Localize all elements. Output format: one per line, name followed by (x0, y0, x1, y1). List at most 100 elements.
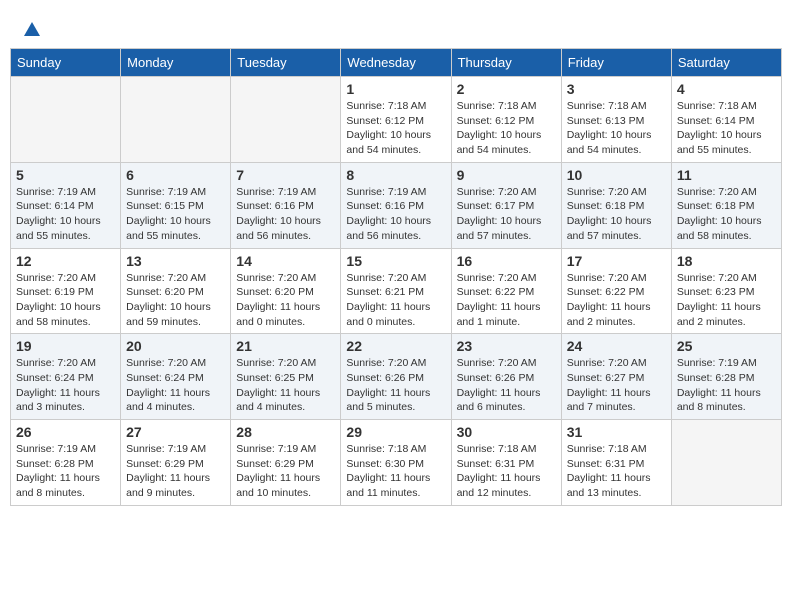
day-number: 9 (457, 167, 556, 183)
calendar-cell: 18 Sunrise: 7:20 AM Sunset: 6:23 PM Dayli… (671, 248, 781, 334)
calendar-cell (11, 77, 121, 163)
calendar-cell (231, 77, 341, 163)
day-info: Sunrise: 7:20 AM Sunset: 6:24 PM Dayligh… (16, 356, 115, 415)
day-number: 28 (236, 424, 335, 440)
day-info: Sunrise: 7:19 AM Sunset: 6:16 PM Dayligh… (346, 185, 445, 244)
calendar-cell: 29 Sunrise: 7:18 AM Sunset: 6:30 PM Dayli… (341, 420, 451, 506)
day-number: 7 (236, 167, 335, 183)
calendar-cell: 28 Sunrise: 7:19 AM Sunset: 6:29 PM Dayli… (231, 420, 341, 506)
weekday-header-saturday: Saturday (671, 49, 781, 77)
logo-icon (22, 20, 42, 38)
calendar-cell (671, 420, 781, 506)
day-info: Sunrise: 7:20 AM Sunset: 6:18 PM Dayligh… (677, 185, 776, 244)
day-info: Sunrise: 7:19 AM Sunset: 6:16 PM Dayligh… (236, 185, 335, 244)
day-info: Sunrise: 7:18 AM Sunset: 6:31 PM Dayligh… (457, 442, 556, 501)
calendar-cell: 21 Sunrise: 7:20 AM Sunset: 6:25 PM Dayli… (231, 334, 341, 420)
calendar-cell: 20 Sunrise: 7:20 AM Sunset: 6:24 PM Dayli… (121, 334, 231, 420)
calendar-cell: 23 Sunrise: 7:20 AM Sunset: 6:26 PM Dayli… (451, 334, 561, 420)
day-number: 27 (126, 424, 225, 440)
day-info: Sunrise: 7:19 AM Sunset: 6:29 PM Dayligh… (236, 442, 335, 501)
calendar-cell: 12 Sunrise: 7:20 AM Sunset: 6:19 PM Dayli… (11, 248, 121, 334)
day-number: 11 (677, 167, 776, 183)
day-info: Sunrise: 7:18 AM Sunset: 6:30 PM Dayligh… (346, 442, 445, 501)
day-info: Sunrise: 7:18 AM Sunset: 6:13 PM Dayligh… (567, 99, 666, 158)
day-number: 25 (677, 338, 776, 354)
logo (20, 20, 42, 38)
calendar-cell: 14 Sunrise: 7:20 AM Sunset: 6:20 PM Dayli… (231, 248, 341, 334)
day-number: 15 (346, 253, 445, 269)
calendar-cell: 3Sunrise: 7:18 AM Sunset: 6:13 PM Daylig… (561, 77, 671, 163)
day-number: 10 (567, 167, 666, 183)
week-row-1: 1 Sunrise: 7:18 AM Sunset: 6:12 PM Daylig… (11, 77, 782, 163)
weekday-header-sunday: Sunday (11, 49, 121, 77)
calendar-cell: 19Sunrise: 7:20 AM Sunset: 6:24 PM Dayli… (11, 334, 121, 420)
calendar-cell: 16 Sunrise: 7:20 AM Sunset: 6:22 PM Dayli… (451, 248, 561, 334)
day-number: 23 (457, 338, 556, 354)
day-number: 4 (677, 81, 776, 97)
weekday-header-row: SundayMondayTuesdayWednesdayThursdayFrid… (11, 49, 782, 77)
day-info: Sunrise: 7:20 AM Sunset: 6:17 PM Dayligh… (457, 185, 556, 244)
day-info: Sunrise: 7:20 AM Sunset: 6:26 PM Dayligh… (457, 356, 556, 415)
week-row-5: 26Sunrise: 7:19 AM Sunset: 6:28 PM Dayli… (11, 420, 782, 506)
week-row-4: 19Sunrise: 7:20 AM Sunset: 6:24 PM Dayli… (11, 334, 782, 420)
day-number: 18 (677, 253, 776, 269)
day-info: Sunrise: 7:20 AM Sunset: 6:22 PM Dayligh… (457, 271, 556, 330)
day-info: Sunrise: 7:20 AM Sunset: 6:19 PM Dayligh… (16, 271, 115, 330)
calendar-cell: 9 Sunrise: 7:20 AM Sunset: 6:17 PM Daylig… (451, 162, 561, 248)
weekday-header-monday: Monday (121, 49, 231, 77)
calendar-cell: 22Sunrise: 7:20 AM Sunset: 6:26 PM Dayli… (341, 334, 451, 420)
day-number: 16 (457, 253, 556, 269)
calendar-cell: 8 Sunrise: 7:19 AM Sunset: 6:16 PM Daylig… (341, 162, 451, 248)
week-row-2: 5Sunrise: 7:19 AM Sunset: 6:14 PM Daylig… (11, 162, 782, 248)
calendar-cell: 15Sunrise: 7:20 AM Sunset: 6:21 PM Dayli… (341, 248, 451, 334)
day-number: 31 (567, 424, 666, 440)
day-number: 12 (16, 253, 115, 269)
calendar-cell: 24 Sunrise: 7:20 AM Sunset: 6:27 PM Dayli… (561, 334, 671, 420)
day-info: Sunrise: 7:19 AM Sunset: 6:14 PM Dayligh… (16, 185, 115, 244)
weekday-header-wednesday: Wednesday (341, 49, 451, 77)
day-number: 17 (567, 253, 666, 269)
calendar-cell: 1 Sunrise: 7:18 AM Sunset: 6:12 PM Daylig… (341, 77, 451, 163)
calendar-cell: 5Sunrise: 7:19 AM Sunset: 6:14 PM Daylig… (11, 162, 121, 248)
day-info: Sunrise: 7:20 AM Sunset: 6:27 PM Dayligh… (567, 356, 666, 415)
day-number: 22 (346, 338, 445, 354)
calendar-cell: 11 Sunrise: 7:20 AM Sunset: 6:18 PM Dayli… (671, 162, 781, 248)
day-info: Sunrise: 7:20 AM Sunset: 6:23 PM Dayligh… (677, 271, 776, 330)
day-number: 8 (346, 167, 445, 183)
day-info: Sunrise: 7:20 AM Sunset: 6:20 PM Dayligh… (126, 271, 225, 330)
calendar-cell: 2 Sunrise: 7:18 AM Sunset: 6:12 PM Daylig… (451, 77, 561, 163)
day-info: Sunrise: 7:18 AM Sunset: 6:12 PM Dayligh… (457, 99, 556, 158)
day-number: 24 (567, 338, 666, 354)
day-number: 20 (126, 338, 225, 354)
day-info: Sunrise: 7:19 AM Sunset: 6:15 PM Dayligh… (126, 185, 225, 244)
day-number: 26 (16, 424, 115, 440)
day-info: Sunrise: 7:20 AM Sunset: 6:20 PM Dayligh… (236, 271, 335, 330)
day-info: Sunrise: 7:18 AM Sunset: 6:31 PM Dayligh… (567, 442, 666, 501)
day-number: 2 (457, 81, 556, 97)
day-info: Sunrise: 7:19 AM Sunset: 6:29 PM Dayligh… (126, 442, 225, 501)
day-info: Sunrise: 7:20 AM Sunset: 6:18 PM Dayligh… (567, 185, 666, 244)
calendar-cell: 30Sunrise: 7:18 AM Sunset: 6:31 PM Dayli… (451, 420, 561, 506)
day-info: Sunrise: 7:19 AM Sunset: 6:28 PM Dayligh… (677, 356, 776, 415)
day-number: 1 (346, 81, 445, 97)
day-number: 14 (236, 253, 335, 269)
weekday-header-thursday: Thursday (451, 49, 561, 77)
calendar-cell: 6 Sunrise: 7:19 AM Sunset: 6:15 PM Daylig… (121, 162, 231, 248)
calendar-cell: 7 Sunrise: 7:19 AM Sunset: 6:16 PM Daylig… (231, 162, 341, 248)
week-row-3: 12 Sunrise: 7:20 AM Sunset: 6:19 PM Dayli… (11, 248, 782, 334)
day-info: Sunrise: 7:20 AM Sunset: 6:24 PM Dayligh… (126, 356, 225, 415)
day-info: Sunrise: 7:20 AM Sunset: 6:22 PM Dayligh… (567, 271, 666, 330)
day-info: Sunrise: 7:20 AM Sunset: 6:25 PM Dayligh… (236, 356, 335, 415)
calendar-cell (121, 77, 231, 163)
day-number: 13 (126, 253, 225, 269)
day-number: 6 (126, 167, 225, 183)
day-info: Sunrise: 7:18 AM Sunset: 6:14 PM Dayligh… (677, 99, 776, 158)
day-number: 21 (236, 338, 335, 354)
calendar-cell: 26Sunrise: 7:19 AM Sunset: 6:28 PM Dayli… (11, 420, 121, 506)
header (10, 10, 782, 43)
day-number: 29 (346, 424, 445, 440)
day-info: Sunrise: 7:18 AM Sunset: 6:12 PM Dayligh… (346, 99, 445, 158)
calendar-cell: 17 Sunrise: 7:20 AM Sunset: 6:22 PM Dayli… (561, 248, 671, 334)
calendar-cell: 4 Sunrise: 7:18 AM Sunset: 6:14 PM Daylig… (671, 77, 781, 163)
calendar-cell: 10 Sunrise: 7:20 AM Sunset: 6:18 PM Dayli… (561, 162, 671, 248)
